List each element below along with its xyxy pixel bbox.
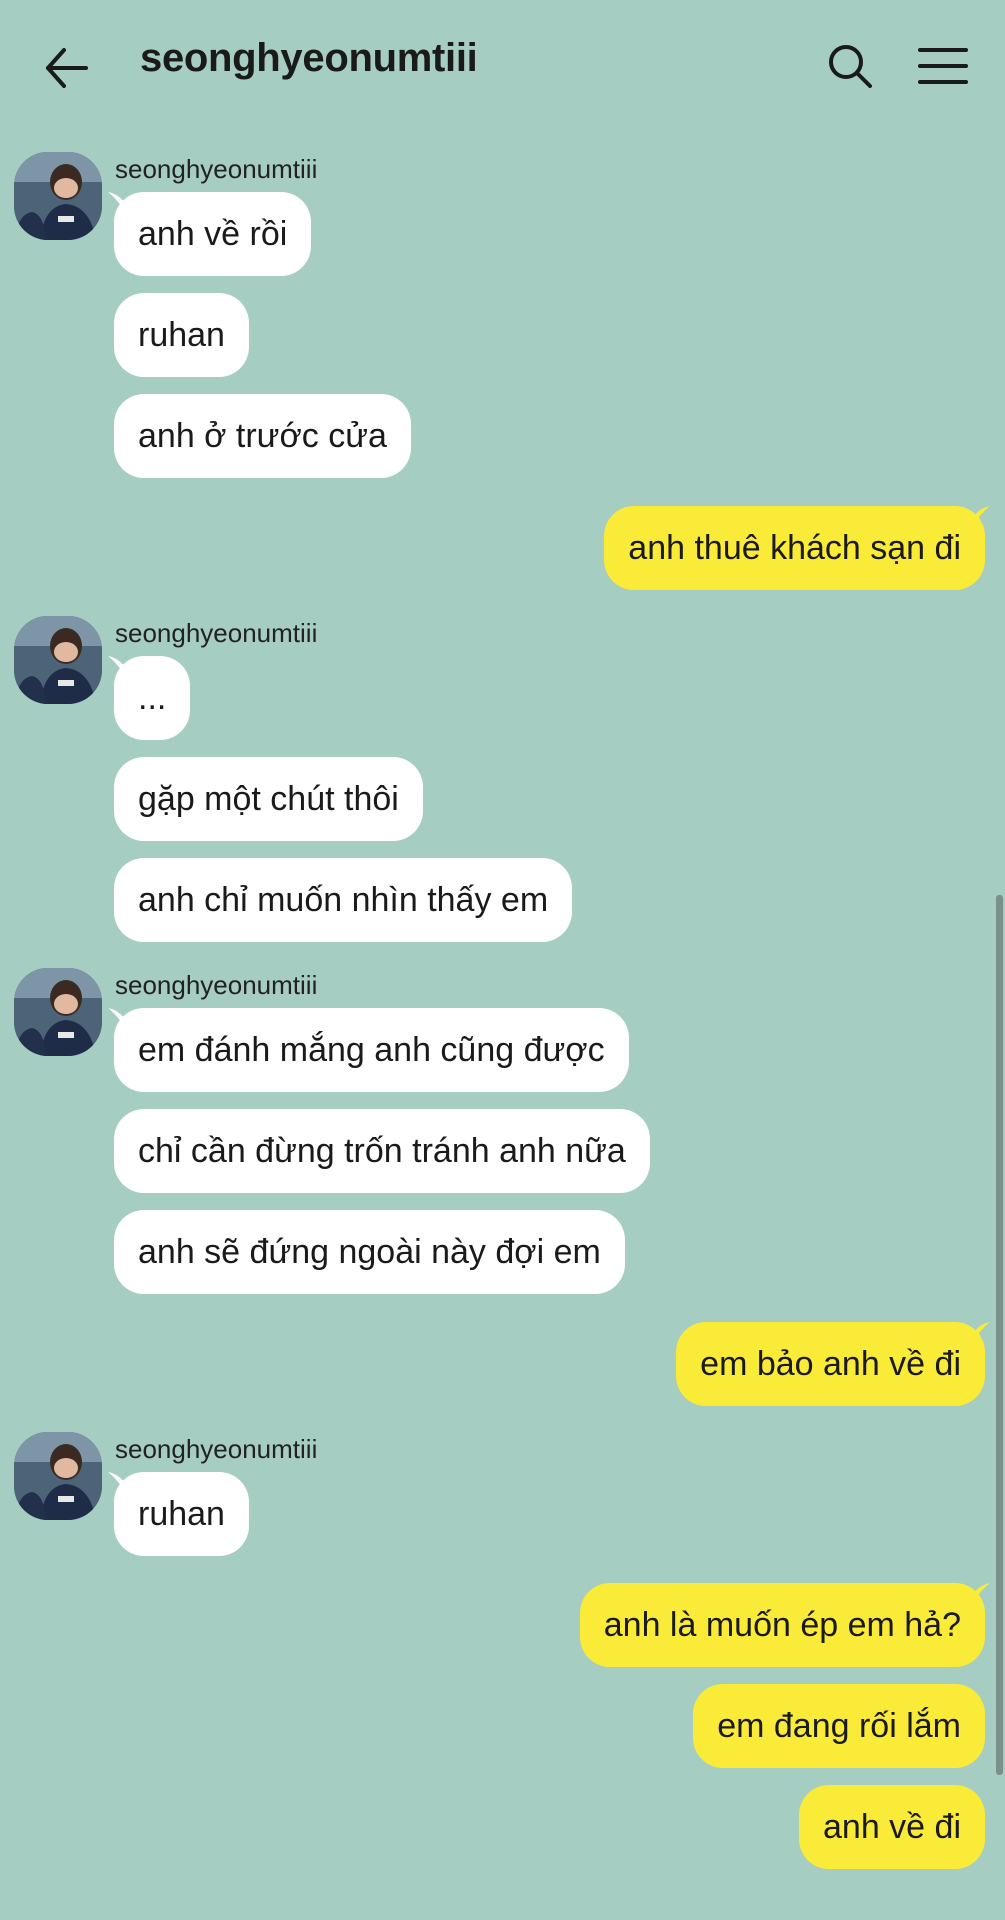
search-button[interactable] [822, 38, 878, 94]
arrow-left-icon [46, 48, 88, 88]
incoming-message[interactable]: em đánh mắng anh cũng được [114, 1008, 629, 1092]
incoming-message[interactable]: chỉ cần đừng trốn tránh anh nữa [114, 1109, 650, 1193]
outgoing-message[interactable]: anh là muốn ép em hả? [579, 1583, 985, 1667]
incoming-message[interactable]: ruhan [114, 293, 249, 377]
incoming-message[interactable]: anh chỉ muốn nhìn thấy em [114, 858, 573, 942]
avatar[interactable] [14, 152, 102, 240]
outgoing-message[interactable]: anh về đi [799, 1785, 985, 1869]
bubble-tail [974, 1322, 990, 1340]
incoming-message[interactable]: anh ở trước cửa [114, 394, 411, 478]
incoming-message[interactable]: anh sẽ đứng ngoài này đợi em [114, 1210, 625, 1294]
scrollbar[interactable] [996, 895, 1003, 1775]
avatar[interactable] [14, 1432, 102, 1520]
outgoing-message[interactable]: em bảo anh về đi [676, 1322, 985, 1406]
menu-button[interactable] [912, 38, 974, 94]
chat-header: seonghyeonumtiii [0, 0, 1005, 130]
avatar-image [14, 616, 102, 704]
bubble-tail [974, 1583, 990, 1601]
outgoing-message[interactable]: em đang rối lắm [693, 1684, 985, 1768]
avatar-image [14, 1432, 102, 1520]
avatar-image [14, 968, 102, 1056]
sender-name: seonghyeonumtiii [115, 970, 318, 1000]
incoming-message[interactable]: anh về rồi [114, 192, 312, 276]
incoming-message[interactable]: ... [114, 656, 191, 740]
sender-name: seonghyeonumtiii [115, 618, 318, 648]
menu-icon [918, 48, 968, 84]
chat-title: seonghyeonumtiii [140, 36, 478, 80]
avatar-image [14, 152, 102, 240]
sender-name: seonghyeonumtiii [115, 1434, 318, 1464]
avatar[interactable] [14, 968, 102, 1056]
search-icon [829, 45, 872, 88]
incoming-message[interactable]: gặp một chút thôi [114, 757, 423, 841]
avatar[interactable] [14, 616, 102, 704]
sender-name: seonghyeonumtiii [115, 154, 318, 184]
incoming-message[interactable]: ruhan [114, 1472, 249, 1556]
bubble-tail [974, 506, 990, 524]
outgoing-message[interactable]: anh thuê khách sạn đi [604, 506, 985, 590]
back-button[interactable] [40, 40, 96, 96]
